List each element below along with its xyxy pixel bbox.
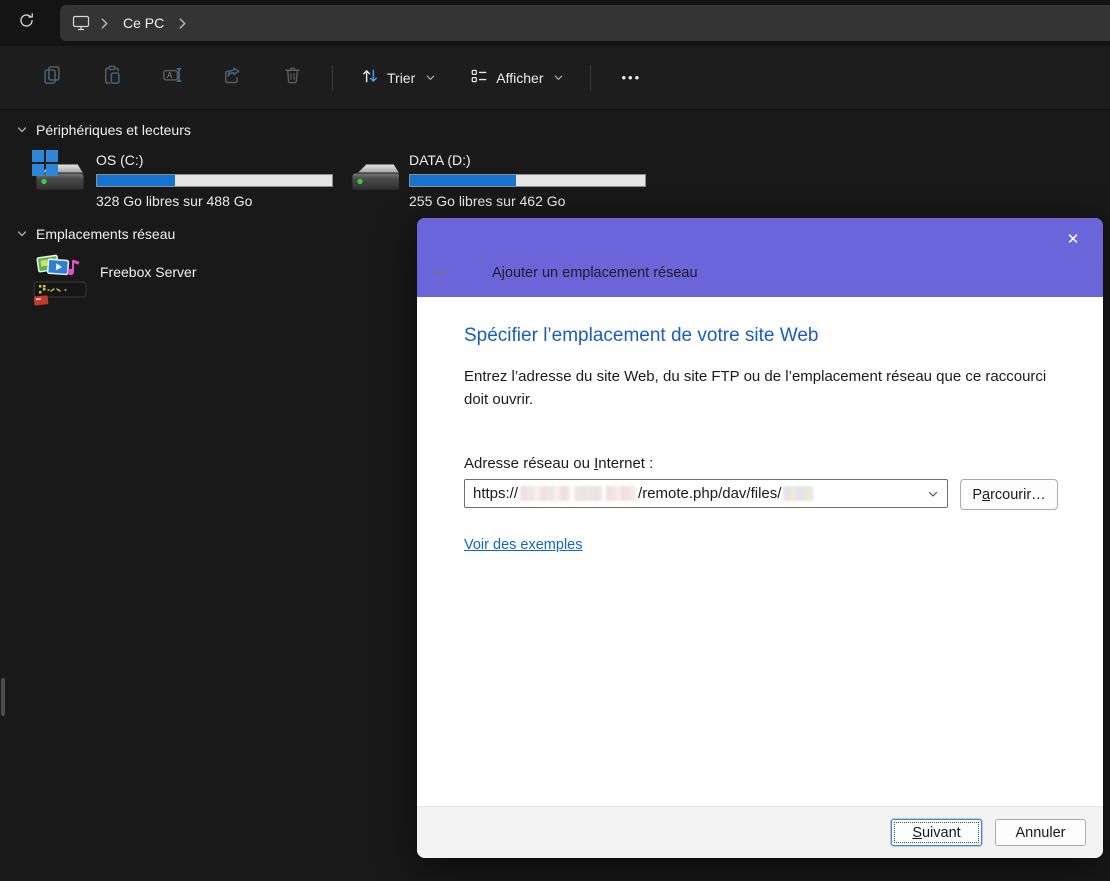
next-button[interactable]: Suivant bbox=[891, 819, 982, 846]
back-arrow-icon[interactable]: ← bbox=[429, 259, 450, 280]
drive-free-space: 328 Go libres sur 488 Go bbox=[96, 193, 333, 209]
section-label: Emplacements réseau bbox=[36, 226, 175, 242]
sort-menu-button[interactable]: Trier bbox=[351, 59, 446, 96]
rename-icon: A bbox=[162, 65, 183, 90]
address-value-path: /remote.php/dav/files/ bbox=[638, 485, 781, 502]
close-icon: ✕ bbox=[1067, 230, 1080, 248]
drive-icon bbox=[347, 148, 399, 200]
network-item-freebox[interactable]: Freebox Server bbox=[30, 252, 196, 310]
combobox-chevron-icon[interactable] bbox=[927, 488, 939, 500]
section-header-network[interactable]: Emplacements réseau bbox=[16, 226, 175, 242]
sort-icon bbox=[361, 67, 379, 88]
view-icon bbox=[470, 67, 488, 88]
dialog-header: ← Ajouter un emplacement réseau ✕ bbox=[417, 218, 1103, 297]
drive-usage-bar bbox=[409, 174, 646, 187]
dialog-title: Ajouter un emplacement réseau bbox=[492, 265, 698, 281]
rename-button[interactable]: A bbox=[150, 58, 194, 98]
chevron-down-icon bbox=[553, 72, 564, 83]
dialog-body: Spécifier l’emplacement de votre site We… bbox=[417, 297, 1103, 554]
refresh-icon bbox=[18, 12, 35, 34]
close-button[interactable]: ✕ bbox=[1059, 226, 1087, 252]
browse-button[interactable]: Parcourir… bbox=[960, 479, 1058, 510]
breadcrumb-chevron-icon[interactable] bbox=[178, 18, 187, 29]
paste-button[interactable] bbox=[90, 58, 134, 98]
drive-item-os-c[interactable]: OS (C:) 328 Go libres sur 488 Go bbox=[28, 148, 340, 209]
scrollbar-thumb[interactable] bbox=[1, 678, 5, 716]
drive-usage-fill bbox=[97, 175, 175, 186]
this-pc-icon bbox=[72, 15, 90, 31]
copy-button[interactable] bbox=[30, 58, 74, 98]
section-label: Périphériques et lecteurs bbox=[36, 122, 191, 138]
drive-free-space: 255 Go libres sur 462 Go bbox=[409, 193, 646, 209]
copy-icon bbox=[42, 65, 62, 90]
redacted-segment bbox=[520, 486, 570, 501]
toolbar-divider bbox=[332, 65, 333, 91]
drive-usage-fill bbox=[410, 175, 516, 186]
svg-text:A: A bbox=[166, 71, 172, 80]
share-icon bbox=[222, 65, 242, 90]
more-options-button[interactable]: ••• bbox=[609, 62, 653, 93]
dialog-instructions: Entrez l’adresse du site Web, du site FT… bbox=[464, 366, 1063, 411]
address-input[interactable]: https:// /remote.php/dav/files/ bbox=[464, 479, 948, 508]
drive-usage-bar bbox=[96, 174, 333, 187]
cancel-button[interactable]: Annuler bbox=[995, 819, 1086, 846]
media-server-icon bbox=[30, 252, 90, 310]
toolbar-divider bbox=[590, 65, 591, 91]
trash-icon bbox=[283, 65, 302, 90]
add-network-location-dialog: ← Ajouter un emplacement réseau ✕ Spécif… bbox=[417, 218, 1103, 858]
address-label: Adresse réseau ou Internet : bbox=[464, 455, 1063, 472]
drive-icon bbox=[28, 148, 86, 200]
redacted-segment bbox=[606, 486, 636, 501]
chevron-down-icon bbox=[16, 228, 28, 240]
title-bar: Ce PC bbox=[0, 0, 1110, 46]
chevron-down-icon bbox=[16, 124, 28, 136]
examples-link[interactable]: Voir des exemples bbox=[464, 537, 582, 553]
section-header-drives[interactable]: Périphériques et lecteurs bbox=[16, 122, 191, 138]
paste-icon bbox=[102, 65, 122, 90]
redacted-segment bbox=[574, 486, 602, 501]
drive-item-data-d[interactable]: DATA (D:) 255 Go libres sur 462 Go bbox=[347, 148, 659, 209]
chevron-down-icon bbox=[425, 72, 436, 83]
redacted-segment bbox=[783, 486, 813, 501]
address-value-prefix: https:// bbox=[473, 485, 518, 502]
address-bar[interactable]: Ce PC bbox=[60, 5, 1110, 41]
delete-button[interactable] bbox=[270, 58, 314, 98]
refresh-button[interactable] bbox=[8, 6, 44, 40]
network-item-label: Freebox Server bbox=[100, 264, 196, 310]
dialog-heading: Spécifier l’emplacement de votre site We… bbox=[464, 325, 1063, 347]
drive-name: OS (C:) bbox=[96, 152, 333, 168]
drive-name: DATA (D:) bbox=[409, 152, 646, 168]
breadcrumb-chevron-icon bbox=[100, 18, 109, 29]
view-menu-button[interactable]: Afficher bbox=[460, 59, 574, 96]
breadcrumb-item-ce-pc[interactable]: Ce PC bbox=[119, 13, 168, 33]
share-button[interactable] bbox=[210, 58, 254, 98]
sort-label: Trier bbox=[387, 70, 415, 86]
command-bar: A Trier Afficher ••• bbox=[0, 46, 1110, 110]
view-label: Afficher bbox=[496, 70, 543, 86]
dialog-footer: Suivant Annuler bbox=[417, 806, 1103, 858]
